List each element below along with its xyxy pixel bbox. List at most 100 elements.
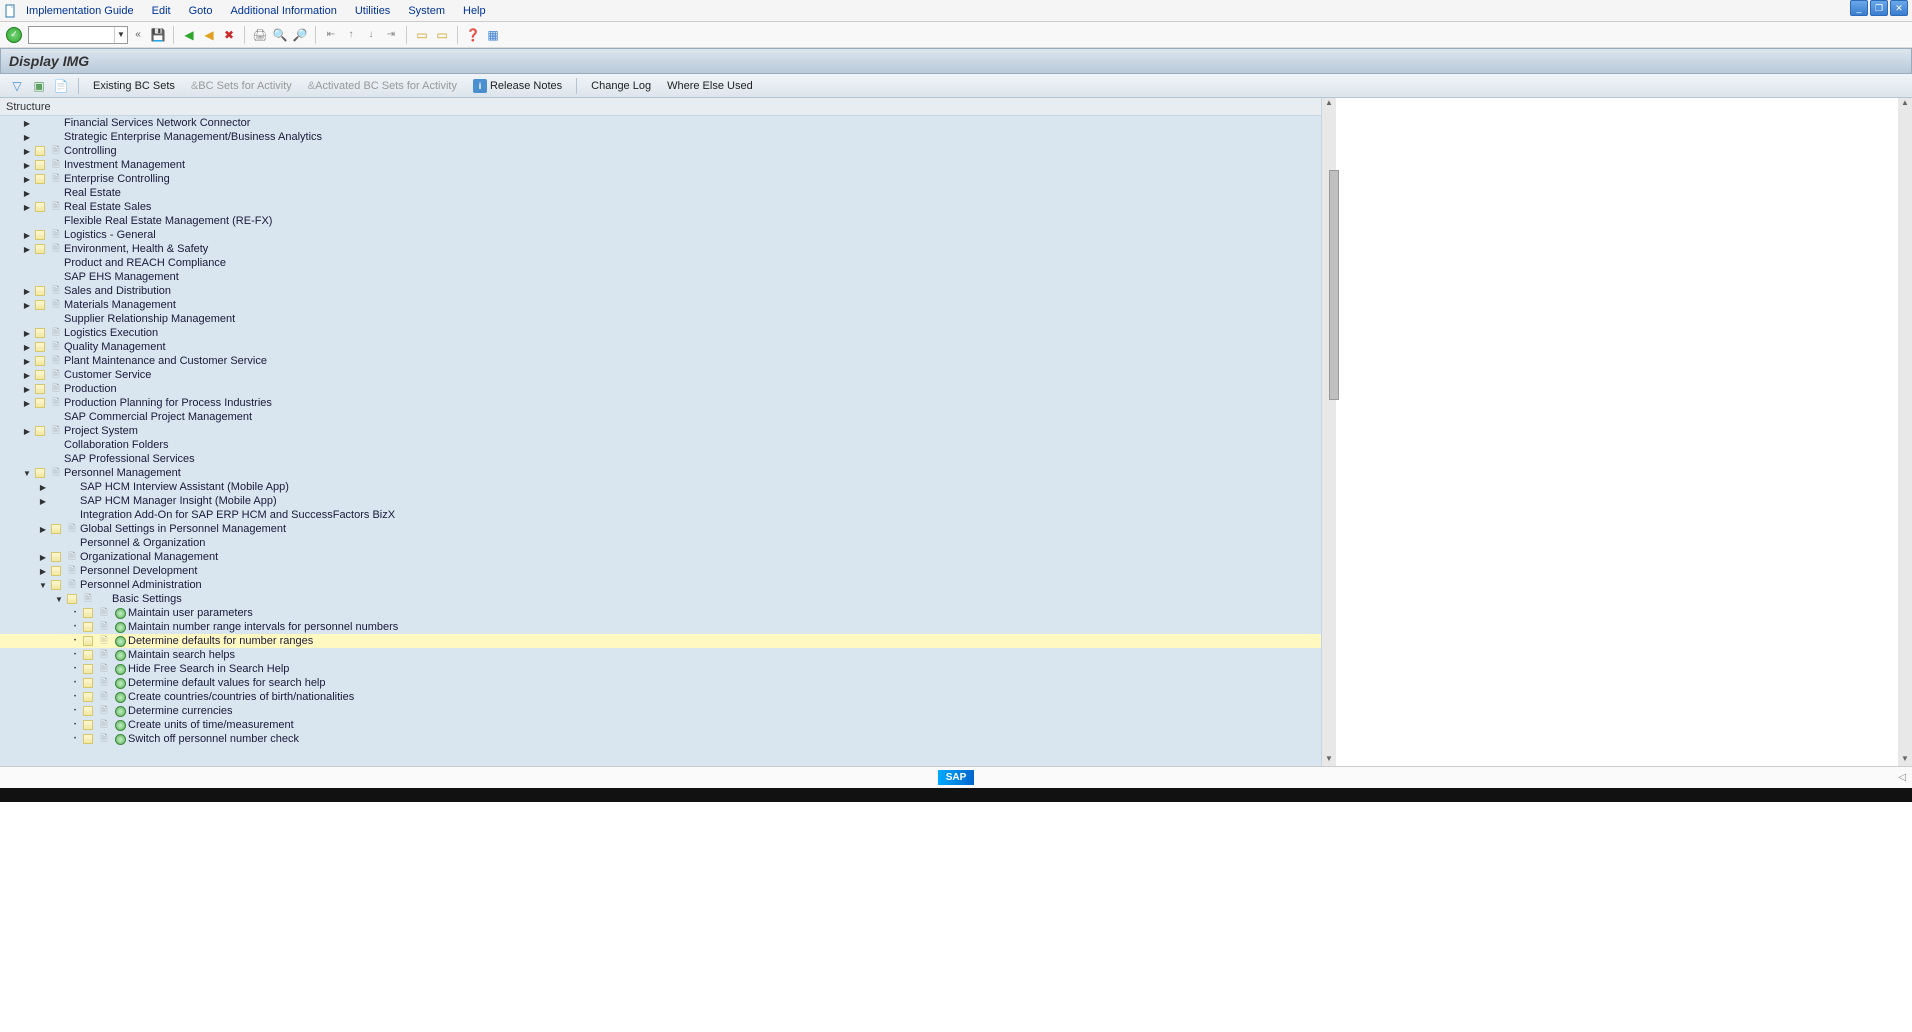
activity-doc-icon[interactable] bbox=[50, 565, 62, 577]
activity-doc-icon[interactable] bbox=[82, 719, 94, 731]
expand-icon[interactable]: ▶ bbox=[38, 567, 48, 576]
tree-row[interactable]: •🖹Maintain search helps bbox=[0, 648, 1321, 662]
expand-icon[interactable]: ▶ bbox=[22, 301, 32, 310]
tree-row[interactable]: Supplier Relationship Management bbox=[0, 312, 1321, 326]
tree-row[interactable]: ▶🖹Production Planning for Process Indust… bbox=[0, 396, 1321, 410]
next-page-icon[interactable]: ↓ bbox=[363, 27, 379, 43]
tree-body[interactable]: ▶Financial Services Network Connector▶St… bbox=[0, 116, 1321, 766]
tree-row[interactable]: Flexible Real Estate Management (RE-FX) bbox=[0, 214, 1321, 228]
text-doc-icon[interactable]: 🖹 bbox=[50, 341, 62, 353]
change-log-link[interactable]: Change Log bbox=[591, 80, 651, 92]
text-doc-icon[interactable]: 🖹 bbox=[50, 243, 62, 255]
tree-row[interactable]: SAP EHS Management bbox=[0, 270, 1321, 284]
expand-icon[interactable]: ▶ bbox=[22, 287, 32, 296]
collapse-icon[interactable]: ▼ bbox=[38, 581, 48, 590]
close-button[interactable]: ✕ bbox=[1890, 0, 1908, 16]
tree-row[interactable]: ▼🖹Basic Settings bbox=[0, 592, 1321, 606]
tree-row[interactable]: Integration Add-On for SAP ERP HCM and S… bbox=[0, 508, 1321, 522]
tree-row[interactable]: •🖹Create units of time/measurement bbox=[0, 718, 1321, 732]
expand-icon[interactable]: ▶ bbox=[22, 189, 32, 198]
activity-doc-icon[interactable] bbox=[34, 201, 46, 213]
expand-icon[interactable]: ▶ bbox=[22, 357, 32, 366]
tree-row[interactable]: Product and REACH Compliance bbox=[0, 256, 1321, 270]
text-doc-icon[interactable]: 🖹 bbox=[98, 677, 110, 689]
activity-doc-icon[interactable] bbox=[34, 285, 46, 297]
activity-doc-icon[interactable] bbox=[34, 369, 46, 381]
tree-row[interactable]: •🖹Determine currencies bbox=[0, 704, 1321, 718]
activity-doc-icon[interactable] bbox=[50, 551, 62, 563]
tree-row[interactable]: ▶🖹Sales and Distribution bbox=[0, 284, 1321, 298]
activity-doc-icon[interactable] bbox=[34, 327, 46, 339]
activated-bc-sets-link[interactable]: &Activated BC Sets for Activity bbox=[308, 80, 457, 92]
find-next-icon[interactable]: 🔎 bbox=[292, 27, 308, 43]
tree-row[interactable]: ▶🖹Customer Service bbox=[0, 368, 1321, 382]
expand-icon[interactable]: ▶ bbox=[22, 385, 32, 394]
tree-row[interactable]: ▶Real Estate bbox=[0, 186, 1321, 200]
command-input[interactable] bbox=[29, 29, 114, 41]
tree-row[interactable]: ▶🖹Personnel Development bbox=[0, 564, 1321, 578]
tree-row[interactable]: ▶SAP HCM Manager Insight (Mobile App) bbox=[0, 494, 1321, 508]
scroll-down-icon[interactable]: ▼ bbox=[1323, 754, 1335, 766]
save-icon[interactable]: 💾 bbox=[150, 27, 166, 43]
text-doc-icon[interactable]: 🖹 bbox=[66, 565, 78, 577]
expand-icon[interactable]: ▶ bbox=[22, 371, 32, 380]
expand-icon[interactable]: ▶ bbox=[22, 203, 32, 212]
tree-row[interactable]: ▼🖹Personnel Administration bbox=[0, 578, 1321, 592]
tree-row[interactable]: ▶🖹Production bbox=[0, 382, 1321, 396]
customize-layout-icon[interactable]: ▦ bbox=[485, 27, 501, 43]
doc-icon[interactable]: 📄 bbox=[53, 78, 69, 94]
activity-doc-icon[interactable] bbox=[82, 649, 94, 661]
activity-doc-icon[interactable] bbox=[82, 607, 94, 619]
tree-row[interactable]: ▶🖹Logistics Execution bbox=[0, 326, 1321, 340]
scroll-up-icon[interactable]: ▲ bbox=[1323, 98, 1335, 110]
text-doc-icon[interactable]: 🖹 bbox=[50, 299, 62, 311]
tree-row[interactable]: ▶🖹Quality Management bbox=[0, 340, 1321, 354]
activity-doc-icon[interactable] bbox=[34, 159, 46, 171]
expand-icon[interactable]: ▶ bbox=[38, 553, 48, 562]
text-doc-icon[interactable]: 🖹 bbox=[50, 201, 62, 213]
text-doc-icon[interactable]: 🖹 bbox=[50, 327, 62, 339]
last-page-icon[interactable]: ⇥ bbox=[383, 27, 399, 43]
activity-doc-icon[interactable] bbox=[34, 467, 46, 479]
text-doc-icon[interactable]: 🖹 bbox=[50, 355, 62, 367]
scroll-thumb[interactable] bbox=[1329, 170, 1339, 400]
activity-doc-icon[interactable] bbox=[82, 733, 94, 745]
text-doc-icon[interactable]: 🖹 bbox=[50, 467, 62, 479]
expand-icon[interactable]: ▶ bbox=[22, 119, 32, 128]
expand-icon[interactable]: ▶ bbox=[38, 483, 48, 492]
command-dropdown-icon[interactable]: ▼ bbox=[114, 27, 127, 43]
activity-doc-icon[interactable] bbox=[34, 383, 46, 395]
tree-row[interactable]: ▶🖹Materials Management bbox=[0, 298, 1321, 312]
prev-page-icon[interactable]: ↑ bbox=[343, 27, 359, 43]
text-doc-icon[interactable]: 🖹 bbox=[98, 635, 110, 647]
menu-help[interactable]: Help bbox=[463, 5, 486, 17]
expand-icon[interactable]: ▶ bbox=[22, 147, 32, 156]
tree-row[interactable]: ▶🖹Plant Maintenance and Customer Service bbox=[0, 354, 1321, 368]
new-session-icon[interactable]: ▭ bbox=[414, 27, 430, 43]
execute-icon[interactable] bbox=[114, 663, 126, 675]
execute-icon[interactable] bbox=[114, 607, 126, 619]
activity-doc-icon[interactable] bbox=[34, 173, 46, 185]
tree-row[interactable]: ▶🖹Organizational Management bbox=[0, 550, 1321, 564]
activity-doc-icon[interactable] bbox=[34, 397, 46, 409]
history-back-icon[interactable]: « bbox=[130, 27, 146, 43]
execute-icon[interactable] bbox=[114, 649, 126, 661]
side-scrollbar[interactable]: ▲ ▼ bbox=[1898, 98, 1912, 766]
text-doc-icon[interactable]: 🖹 bbox=[50, 173, 62, 185]
tree-row[interactable]: •🖹Determine defaults for number ranges bbox=[0, 634, 1321, 648]
text-doc-icon[interactable]: 🖹 bbox=[98, 733, 110, 745]
activity-doc-icon[interactable] bbox=[50, 523, 62, 535]
text-doc-icon[interactable]: 🖹 bbox=[98, 663, 110, 675]
tree-row[interactable]: ▶🖹Real Estate Sales bbox=[0, 200, 1321, 214]
expand-icon[interactable]: ▶ bbox=[22, 427, 32, 436]
tree-row[interactable]: ▶🖹Project System bbox=[0, 424, 1321, 438]
command-field[interactable]: ▼ bbox=[28, 26, 128, 44]
text-doc-icon[interactable]: 🖹 bbox=[98, 607, 110, 619]
text-doc-icon[interactable]: 🖹 bbox=[98, 705, 110, 717]
tree-row[interactable]: Personnel & Organization bbox=[0, 536, 1321, 550]
text-doc-icon[interactable]: 🖹 bbox=[98, 719, 110, 731]
activity-doc-icon[interactable] bbox=[34, 425, 46, 437]
execute-icon[interactable] bbox=[114, 621, 126, 633]
text-doc-icon[interactable]: 🖹 bbox=[50, 369, 62, 381]
expand-icon[interactable]: ▶ bbox=[22, 245, 32, 254]
